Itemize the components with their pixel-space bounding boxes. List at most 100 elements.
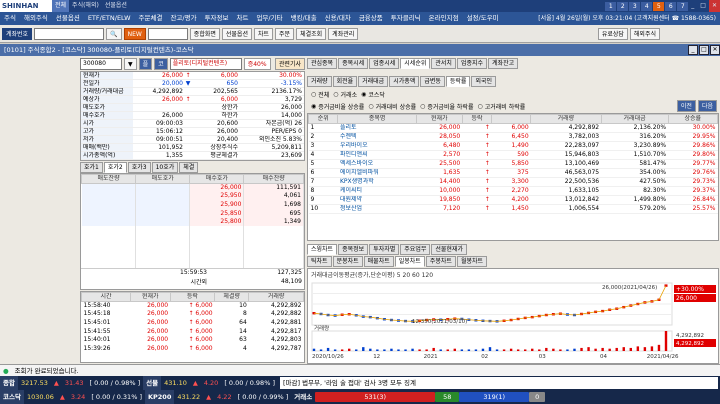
overseas-stock-button[interactable]: 해외주식 [629, 27, 660, 40]
chart-tab[interactable]: 선물현재가 [431, 244, 467, 255]
hoga-tab[interactable]: 호가2 [103, 162, 127, 173]
cond-radio-label[interactable]: 거래대비 상승률 [376, 102, 417, 111]
workspace-button[interactable]: 6 [665, 1, 677, 11]
prev-button[interactable]: 이전 [676, 100, 696, 112]
hoga-row[interactable]: 26,000 111,591 [81, 183, 304, 193]
right-tab[interactable]: 업종시세 [369, 58, 400, 69]
rank-row[interactable]: 5 엑세스바이오 25,500 ↑ 5,850 13,100,469 581.47% 29.7… [308, 159, 718, 169]
hoga-tab[interactable]: 10호가 [151, 162, 179, 173]
hoga-row[interactable] [81, 243, 304, 253]
menu-item[interactable]: 해외주식 [20, 12, 52, 25]
brand-tab[interactable]: 전체 [52, 0, 70, 12]
hoga-row[interactable]: 25,850 695 [81, 209, 304, 218]
menu-item[interactable]: 투자클리닉 [387, 12, 425, 25]
hoga-row[interactable]: 25,900 1,698 [81, 200, 304, 210]
news-ticker[interactable]: [마감] 법무부, '라임 술 접대' 검사 3명 모두 징계 [279, 377, 718, 389]
menu-item[interactable]: 잔고/평가 [166, 12, 200, 25]
right-tab[interactable]: 시세순위 [400, 58, 431, 69]
workspace-button[interactable]: 2 [617, 1, 629, 11]
rank-row[interactable]: 6 에이치엘비파워 1,635 ↑ 375 46,563,075 354.00% 29.76% [308, 168, 718, 178]
hoga-row[interactable] [81, 252, 304, 261]
consult-button[interactable]: 유료상담 [597, 27, 628, 40]
chart-subtab[interactable]: 주봉차트 [425, 256, 456, 267]
chart-tab[interactable]: 스윙차트 [307, 244, 338, 255]
rank-subtab[interactable]: 등락률 [445, 76, 471, 87]
market-radio-label[interactable]: 코스닥 [368, 90, 385, 99]
workspace-button[interactable]: 5 [653, 1, 665, 11]
close-icon[interactable]: ✕ [708, 0, 720, 12]
right-tab[interactable]: 관서치 [431, 58, 456, 69]
hoga-row[interactable]: 25,950 4,061 [81, 192, 304, 201]
chart-subtab[interactable]: 분봉차트 [332, 256, 363, 267]
workspace-button[interactable]: 3 [629, 1, 641, 11]
menu-item[interactable]: ETF/ETN/ELW [84, 12, 135, 25]
market-radio-icon[interactable]: ○ [311, 91, 316, 98]
rank-row[interactable]: 9 대원제약 19,850 ↑ 4,200 13,012,842 1,499.80% 26.8… [308, 195, 718, 205]
market-radio-icon[interactable]: ○ [333, 91, 338, 98]
right-tab[interactable]: 관심종목 [307, 58, 338, 69]
hoga-row[interactable] [81, 235, 304, 244]
hoga-row[interactable] [81, 226, 304, 236]
stock-name-field[interactable]: 플리토(디지털컨텐츠) [169, 58, 242, 70]
cond-radio-icon[interactable]: ◉ [311, 103, 316, 110]
rank-row[interactable]: 2 수젠텍 28,050 ↑ 6,450 3,782,003 316.20% 29.95% [308, 132, 718, 142]
workspace-button[interactable]: 7 [677, 1, 689, 11]
rank-row[interactable]: 3 우리바이오 6,480 ↑ 1,490 22,283,097 3,230.89% 29.8… [308, 141, 718, 151]
search-icon[interactable]: 🔍 [106, 27, 122, 40]
rank-subtab[interactable]: 거래량 [307, 76, 332, 87]
toolbar-button[interactable]: 선물옵션 [221, 27, 252, 40]
chart-svg[interactable]: 26,000(2021/04/26) 12,350(2021/03/10) 거래량 +… [308, 269, 718, 363]
maximize-icon[interactable]: □ [697, 0, 709, 12]
brand-tab[interactable]: 주식(해외) [69, 0, 102, 12]
quick-screen-input[interactable] [147, 27, 188, 40]
window-maximize-icon[interactable]: □ [699, 45, 709, 55]
market-radio-icon[interactable]: ◉ [361, 91, 366, 98]
toolbar-button[interactable]: 체결조회 [296, 27, 327, 40]
chart-subtab[interactable]: 틱차트 [307, 256, 332, 267]
screen-search-input[interactable] [34, 27, 105, 40]
rank-row[interactable]: 7 KPX생명과학 14,400 ↑ 3,300 22,500,536 427.50% 29.… [308, 177, 718, 187]
menu-item[interactable]: 업무/기타 [252, 12, 286, 25]
news-button[interactable]: 관련기사 [274, 58, 305, 70]
right-tab[interactable]: 업종지수 [456, 58, 488, 69]
rank-row[interactable]: 4 파인디앤씨 2,570 ↑ 590 15,946,803 1,510.70% 29.80% [308, 150, 718, 160]
window-close-icon[interactable]: ✕ [710, 45, 720, 55]
toolbar-button[interactable]: 계좌관리 [328, 27, 359, 40]
hoga-tab[interactable]: 체결 [179, 162, 199, 173]
toolbar-button[interactable]: 종합화면 [189, 27, 220, 40]
toolbar-button[interactable]: 차트 [253, 27, 274, 40]
stock-code-input[interactable]: 300080 [80, 58, 122, 70]
hoga-tab[interactable]: 호가1 [80, 162, 103, 173]
window-minimize-icon[interactable]: _ [688, 45, 698, 55]
market-radio-label[interactable]: 거래소 [341, 90, 358, 99]
toolbar-button[interactable]: 주문 [275, 27, 295, 40]
hoga-row[interactable]: 25,800 1,349 [81, 217, 304, 227]
cond-radio-icon[interactable]: ○ [420, 103, 425, 110]
menu-item[interactable]: 설정/도우미 [463, 12, 503, 25]
menu-item[interactable]: 선물옵션 [52, 12, 84, 25]
cond-radio-label[interactable]: 증거금비율 상승률 [318, 102, 364, 111]
rank-subtab[interactable]: 급변동 [420, 76, 445, 87]
chart-subtab[interactable]: 매물차트 [363, 256, 394, 267]
cond-radio-icon[interactable]: ○ [368, 103, 373, 110]
menu-item[interactable]: 신용/대차 [321, 12, 355, 25]
next-button[interactable]: 다음 [697, 100, 717, 112]
right-tab[interactable]: 계좌잔고 [488, 58, 519, 69]
chart-subtab[interactable]: 월봉차트 [456, 256, 488, 267]
rank-subtab[interactable]: 시가총액 [389, 76, 420, 87]
rank-subtab[interactable]: 회전율 [332, 76, 358, 87]
menu-item[interactable]: 뱅킹/대출 [287, 12, 321, 25]
menu-item[interactable]: 주문체결 [135, 12, 167, 25]
hoga-tab[interactable]: 호가3 [127, 162, 151, 173]
menu-item[interactable]: 투자정보 [201, 12, 233, 25]
cond-radio-label[interactable]: 고거래비 하락률 [485, 102, 526, 111]
right-tab[interactable]: 종목시세 [338, 58, 369, 69]
chart-tab[interactable]: 투자자별 [369, 244, 400, 255]
menu-item[interactable]: 차트 [232, 12, 252, 25]
chart-tab[interactable]: 주요업무 [400, 244, 431, 255]
market-radio-label[interactable]: 전체 [318, 90, 329, 99]
chart-tab[interactable]: 종목정보 [338, 244, 369, 255]
cond-radio-icon[interactable]: ○ [477, 103, 482, 110]
stock-search-icon[interactable]: ▼ [124, 58, 137, 70]
minimize-icon[interactable]: _ [688, 0, 697, 12]
